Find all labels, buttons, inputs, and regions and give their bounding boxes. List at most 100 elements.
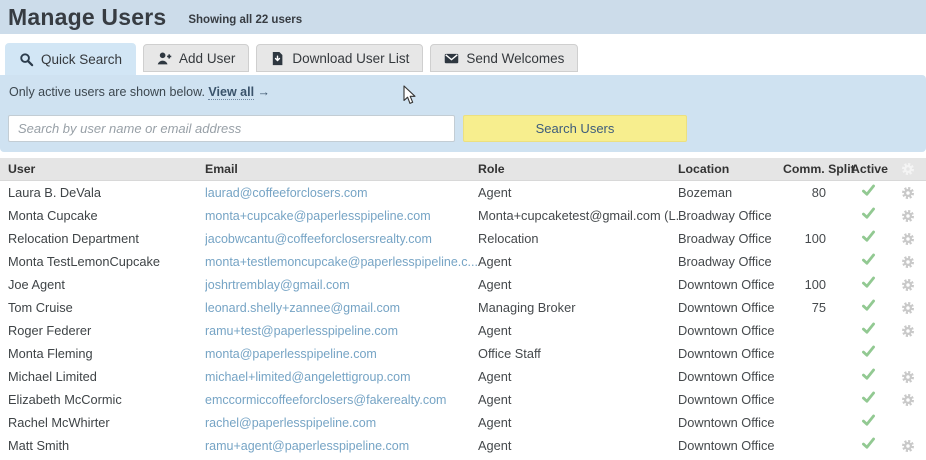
column-header-user: User (8, 162, 36, 176)
user-role: Agent (478, 369, 512, 384)
active-check-icon (861, 206, 876, 221)
search-input[interactable] (8, 115, 455, 142)
row-settings-gear-icon[interactable] (901, 232, 915, 246)
tab-send-welcomes[interactable]: Send Welcomes (430, 44, 579, 72)
tab-label: Add User (179, 50, 236, 66)
user-comm-split: 100 (804, 277, 826, 292)
table-row: Roger Federer ramu+test@paperlesspipelin… (0, 319, 926, 342)
user-name-link[interactable]: Tom Cruise (8, 300, 73, 315)
user-email-link[interactable]: ramu+agent@paperlesspipeline.com (205, 439, 410, 453)
row-settings-gear-icon[interactable] (901, 370, 915, 384)
row-settings-gear-icon[interactable] (901, 186, 915, 200)
user-role: Agent (478, 254, 512, 269)
user-role: Monta+cupcaketest@gmail.com (L... (478, 208, 678, 223)
tab-label: Download User List (292, 50, 410, 66)
user-email-link[interactable]: ramu+test@paperlesspipeline.com (205, 324, 398, 338)
table-row: Monta Fleming monta@paperlesspipeline.co… (0, 342, 926, 365)
tab-label: Send Welcomes (466, 50, 565, 66)
user-email-link[interactable]: monta+cupcake@paperlesspipeline.com (205, 209, 431, 223)
user-role: Office Staff (478, 346, 541, 361)
user-email-link[interactable]: joshrtremblay@gmail.com (205, 278, 350, 292)
search-users-button[interactable]: Search Users (463, 115, 687, 142)
tab-add-user[interactable]: Add User (143, 44, 250, 72)
user-email-link[interactable]: laurad@coffeeforclosers.com (205, 186, 368, 200)
search-icon (19, 52, 34, 67)
user-name-link[interactable]: Joe Agent (8, 277, 65, 292)
user-location: Downtown Office (678, 277, 775, 292)
user-name-link[interactable]: Rachel McWhirter (8, 415, 110, 430)
active-check-icon (861, 413, 876, 428)
filter-text: Only active users are shown below. (9, 85, 205, 99)
user-name-link[interactable]: Matt Smith (8, 438, 70, 453)
user-location: Downtown Office (678, 392, 775, 407)
page-title: Manage Users (8, 3, 167, 30)
row-settings-gear-icon[interactable] (901, 278, 915, 292)
user-role: Agent (478, 277, 512, 292)
user-count-summary: Showing all 22 users (188, 14, 303, 26)
row-settings-gear-icon[interactable] (901, 255, 915, 269)
view-all-link[interactable]: View all (208, 85, 255, 100)
user-name-link[interactable]: Monta Fleming (8, 346, 93, 361)
user-table-body: Laura B. DeVala laurad@coffeeforclosers.… (0, 181, 926, 457)
user-email-link[interactable]: monta+testlemoncupcake@paperlesspipeline… (205, 255, 478, 269)
active-check-icon (861, 321, 876, 336)
active-check-icon (861, 390, 876, 405)
user-name-link[interactable]: Elizabeth McCormic (8, 392, 122, 407)
right-arrow-glyph: → (257, 85, 271, 99)
user-role: Agent (478, 185, 512, 200)
active-check-icon (861, 183, 876, 198)
user-location: Downtown Office (678, 323, 775, 338)
row-settings-gear-icon[interactable] (901, 439, 915, 453)
user-location: Broadway Office (678, 254, 772, 269)
user-role: Agent (478, 323, 512, 338)
active-check-icon (861, 252, 876, 267)
user-name-link[interactable]: Monta Cupcake (8, 208, 98, 223)
active-check-icon (861, 275, 876, 290)
filter-message: Only active users are shown below. View … (9, 85, 271, 100)
user-location: Downtown Office (678, 346, 775, 361)
user-email-link[interactable]: jacobwcantu@coffeeforclosersrealty.com (205, 232, 432, 246)
envelope-icon (444, 51, 459, 66)
table-row: Elizabeth McCormic emccormiccoffeeforclo… (0, 388, 926, 411)
user-location: Broadway Office (678, 231, 772, 246)
user-name-link[interactable]: Monta TestLemonCupcake (8, 254, 160, 269)
table-row: Monta Cupcake monta+cupcake@paperlesspip… (0, 204, 926, 227)
user-location: Broadway Office (678, 208, 772, 223)
user-name-link[interactable]: Michael Limited (8, 369, 97, 384)
column-settings-gear-icon[interactable] (901, 162, 915, 176)
manage-users-page: Manage Users Showing all 22 users Quick … (0, 0, 926, 460)
user-email-link[interactable]: emccormiccoffeeforclosers@fakerealty.com (205, 393, 447, 407)
row-settings-gear-icon[interactable] (901, 393, 915, 407)
user-name-link[interactable]: Roger Federer (8, 323, 92, 338)
active-check-icon (861, 436, 876, 451)
column-header-role: Role (478, 162, 505, 176)
active-check-icon (861, 367, 876, 382)
user-role: Agent (478, 415, 512, 430)
table-row: Tom Cruise leonard.shelly+zannee@gmail.c… (0, 296, 926, 319)
row-settings-gear-icon[interactable] (901, 301, 915, 315)
user-location: Downtown Office (678, 369, 775, 384)
table-row: Joe Agent joshrtremblay@gmail.com Agent … (0, 273, 926, 296)
user-name-link[interactable]: Laura B. DeVala (8, 185, 101, 200)
table-header-row: User Email Role Location Comm. Split Act… (0, 158, 926, 181)
user-email-link[interactable]: leonard.shelly+zannee@gmail.com (205, 301, 401, 315)
user-email-link[interactable]: michael+limited@angelettigroup.com (205, 370, 411, 384)
tab-quick-search[interactable]: Quick Search (5, 43, 137, 75)
search-row: Search Users (8, 115, 687, 142)
tab-download-user-list[interactable]: Download User List (256, 44, 424, 72)
user-location: Downtown Office (678, 438, 775, 453)
user-role: Managing Broker (478, 300, 576, 315)
table-row: Michael Limited michael+limited@angelett… (0, 365, 926, 388)
row-settings-gear-icon[interactable] (901, 324, 915, 338)
user-email-link[interactable]: rachel@paperlesspipeline.com (205, 416, 377, 430)
table-row: Laura B. DeVala laurad@coffeeforclosers.… (0, 181, 926, 204)
user-email-link[interactable]: monta@paperlesspipeline.com (205, 347, 377, 361)
add-user-icon (157, 51, 172, 66)
row-settings-gear-icon[interactable] (901, 209, 915, 223)
column-header-email: Email (205, 162, 238, 176)
page-header: Manage Users Showing all 22 users (0, 0, 926, 34)
download-icon (270, 51, 285, 66)
user-name-link[interactable]: Relocation Department (8, 231, 139, 246)
user-role: Agent (478, 392, 512, 407)
table-row: Rachel McWhirter rachel@paperlesspipelin… (0, 411, 926, 434)
